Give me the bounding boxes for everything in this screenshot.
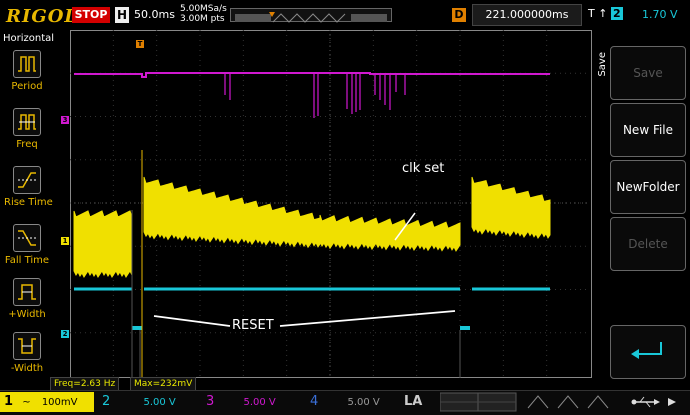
position-bar-graphic	[235, 12, 387, 23]
waveform-position-bar[interactable]	[230, 8, 392, 23]
period-label: Period	[11, 81, 43, 92]
ch3-status[interactable]: 3 5.00 V	[202, 392, 294, 412]
ch1-status[interactable]: 1 ~ 100mV	[0, 392, 94, 412]
freq-label: Freq	[16, 139, 38, 150]
minus-width-icon	[13, 332, 41, 360]
rise-time-label: Rise Time	[4, 197, 53, 208]
period-icon	[13, 50, 41, 78]
ch3-marker[interactable]: 3	[61, 116, 69, 124]
measure-minus-width-button[interactable]: -Width	[4, 332, 50, 388]
fall-time-icon	[13, 224, 41, 252]
plus-width-label: +Width	[8, 309, 46, 320]
ch1-segment-1	[73, 210, 133, 278]
ch2-marker[interactable]: 2	[61, 330, 69, 338]
ch1-scale: 100mV	[41, 397, 78, 408]
measure-rise-time-button[interactable]: Rise Time	[4, 166, 53, 222]
run-stop-indicator[interactable]: STOP	[72, 7, 110, 23]
speaker-icon	[668, 398, 676, 406]
ch3-number: 3	[206, 394, 215, 409]
measure-fall-time-button[interactable]: Fall Time	[4, 224, 50, 280]
memory-depth: 3.00M pts	[180, 14, 225, 24]
ch2-number: 2	[102, 394, 111, 409]
new-folder-button[interactable]: NewFolder	[610, 160, 686, 214]
trigger-source: 2	[610, 7, 623, 20]
trigger-key: T	[588, 7, 595, 20]
delay-key[interactable]: D	[452, 8, 466, 22]
ch4-number: 4	[310, 394, 319, 409]
la-label[interactable]: LA	[404, 392, 434, 412]
save-button[interactable]: Save	[610, 46, 686, 100]
trigger-level: 1.70 V	[642, 8, 678, 21]
left-menu-title: Horizontal	[3, 33, 55, 44]
ch1-number: 1	[4, 394, 14, 409]
acquisition-info: 5.00MSa/s 3.00M pts	[180, 4, 227, 24]
trigger-edge-icon: ↑	[598, 7, 608, 20]
top-status-bar: RIGOL STOP H 50.0ms 5.00MSa/s 3.00M pts …	[0, 0, 690, 30]
la-digital-channel-grid	[440, 392, 517, 412]
reset-arrows	[153, 310, 456, 327]
minus-width-label: -Width	[10, 363, 44, 374]
ch2-scale: 5.00 V	[143, 397, 176, 408]
fall-time-label: Fall Time	[4, 255, 50, 266]
trigger-info[interactable]: T ↑ 2	[588, 7, 623, 20]
trigger-time-marker[interactable]: T	[136, 40, 144, 48]
ch1-segment-2	[143, 176, 321, 249]
plus-width-icon	[13, 278, 41, 306]
measure-plus-width-button[interactable]: +Width	[4, 278, 50, 334]
freq-icon	[13, 108, 41, 136]
rise-time-icon	[13, 166, 41, 194]
ch1-coupling: ~	[22, 397, 31, 408]
ch4-status[interactable]: 4 5.00 V	[306, 392, 390, 412]
ch2-status[interactable]: 2 5.00 V	[98, 392, 190, 412]
clk-set-annotation: clk set	[402, 161, 445, 176]
delay-value[interactable]: 221.000000ms	[472, 4, 582, 26]
ch3-trace	[74, 72, 550, 78]
ch3-glitches	[224, 74, 406, 118]
ch1-marker[interactable]: 1	[61, 237, 69, 245]
usb-icon	[631, 396, 676, 408]
waveform-display	[70, 30, 590, 378]
horizontal-key[interactable]: H	[115, 7, 129, 23]
reset-annotation: RESET	[232, 318, 274, 333]
save-menu-title: Save	[597, 52, 608, 77]
measure-freq-button[interactable]: Freq	[4, 108, 50, 164]
sample-rate: 5.00MSa/s	[180, 4, 227, 14]
return-arrow-icon	[631, 342, 662, 359]
ch3-scale: 5.00 V	[243, 397, 276, 408]
ch1-segment-4	[471, 176, 551, 240]
waveform-generator-icons[interactable]	[524, 392, 624, 412]
timebase-value: 50.0ms	[134, 8, 175, 21]
ch1-segment-3	[319, 214, 461, 252]
ch4-scale: 5.00 V	[347, 397, 380, 408]
brand-logo: RIGOL	[6, 6, 79, 27]
measure-period-button[interactable]: Period	[4, 50, 50, 106]
delete-button[interactable]: Delete	[610, 217, 686, 271]
return-button[interactable]	[610, 325, 686, 379]
new-file-button[interactable]: New File	[610, 103, 686, 157]
